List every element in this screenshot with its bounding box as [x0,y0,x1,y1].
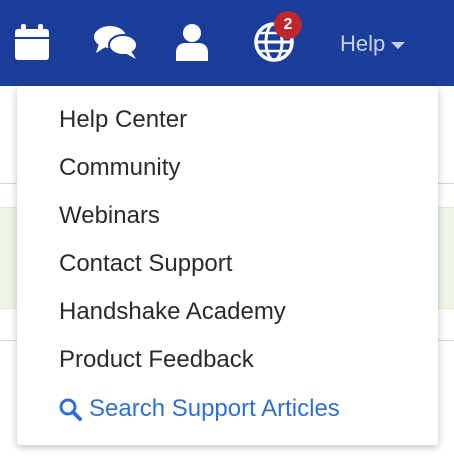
menu-item-webinars[interactable]: Webinars [59,201,160,231]
chat-icon [93,24,139,65]
menu-item-help-center[interactable]: Help Center [59,105,187,135]
caret-down-icon [391,41,406,49]
search-icon [57,396,83,422]
profile-button[interactable] [170,22,214,66]
menu-item-contact-support[interactable]: Contact Support [59,249,232,279]
search-support-articles-label: Search Support Articles [89,395,340,422]
calendar-button[interactable] [10,22,54,66]
search-support-articles-link[interactable]: Search Support Articles [57,394,340,424]
menu-item-handshake-academy[interactable]: Handshake Academy [59,297,286,327]
top-navbar: 2 Help [0,0,454,86]
messages-button[interactable] [94,22,138,66]
help-dropdown-menu: Help Center Community Webinars Contact S… [17,86,438,445]
menu-item-product-feedback[interactable]: Product Feedback [59,345,254,375]
user-icon [174,23,210,66]
help-label: Help [340,31,386,56]
calendar-icon [14,23,50,66]
menu-item-community[interactable]: Community [59,153,180,183]
language-button[interactable]: 2 [252,11,302,66]
help-menu-toggle[interactable]: Help [340,28,406,60]
notification-badge: 2 [274,11,302,39]
